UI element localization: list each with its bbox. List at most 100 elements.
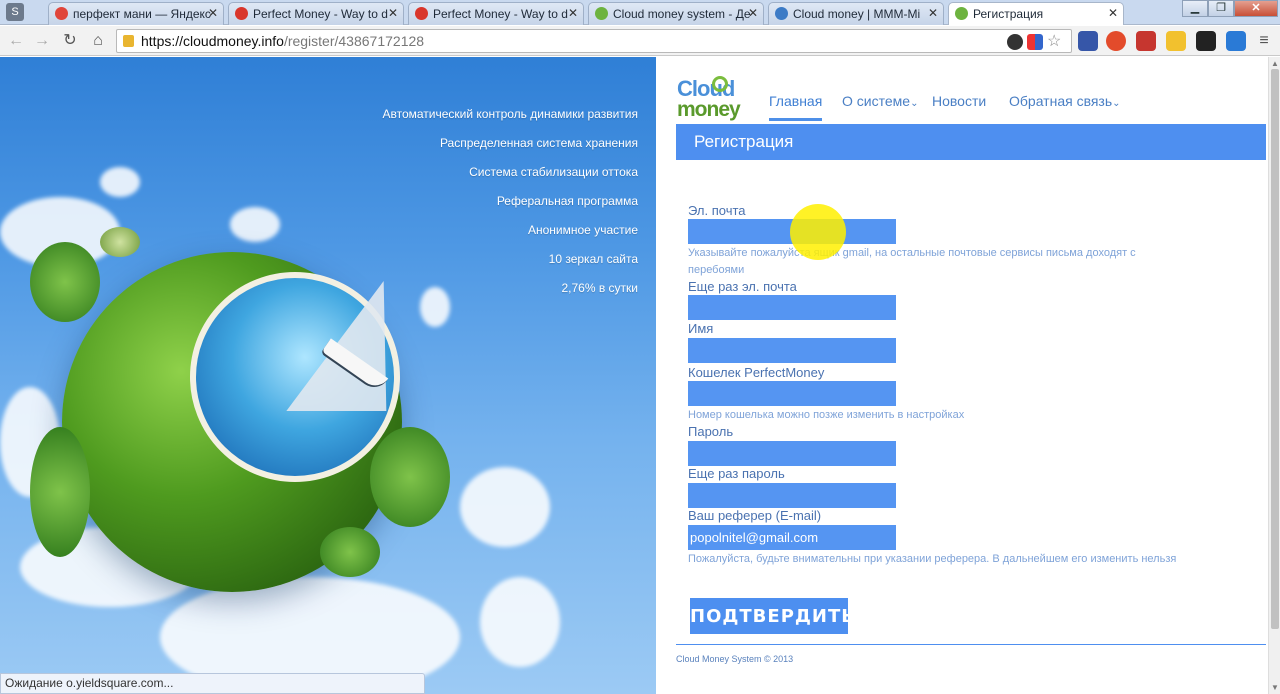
yandex-favicon-icon bbox=[55, 7, 68, 20]
nav-item-contact[interactable]: Обратная связь⌄ bbox=[1009, 93, 1121, 121]
wallet-hint: Номер кошелька можно позже изменить в на… bbox=[688, 409, 965, 421]
wallet-label: Кошелек PerfectMoney bbox=[688, 365, 825, 380]
cursor-highlight bbox=[790, 204, 846, 260]
browser-tab[interactable]: перфект мани — Яндекс ✕ bbox=[48, 2, 224, 25]
browser-tab[interactable]: Cloud money system - Де ✕ bbox=[588, 2, 764, 25]
close-window-icon[interactable]: ✕ bbox=[1234, 0, 1278, 17]
browser-tab-strip: S перфект мани — Яндекс ✕ Perfect Money … bbox=[0, 0, 1280, 25]
feature-item: 10 зеркал сайта bbox=[548, 252, 638, 266]
minimize-window-icon[interactable]: ▁ bbox=[1182, 0, 1208, 17]
name-field[interactable] bbox=[688, 338, 896, 363]
tab-title: Регистрация bbox=[973, 7, 1044, 21]
browser-tab[interactable]: Cloud money | MMM-Mi ✕ bbox=[768, 2, 944, 25]
tab-title: Perfect Money - Way to d bbox=[253, 7, 388, 21]
email-repeat-label: Еще раз эл. почта bbox=[688, 279, 797, 294]
lock-icon bbox=[123, 35, 134, 47]
nav-label: О системе bbox=[842, 93, 911, 109]
nav-item-about[interactable]: О системе⌄ bbox=[842, 93, 918, 121]
mmm-favicon-icon bbox=[775, 7, 788, 20]
close-tab-icon[interactable]: ✕ bbox=[1108, 6, 1118, 20]
nav-label: Новости bbox=[932, 93, 987, 109]
nav-label: Главная bbox=[769, 93, 823, 109]
browser-menu-icon[interactable]: ≡ bbox=[1254, 31, 1274, 51]
wallet-field[interactable] bbox=[688, 381, 896, 406]
tree-image bbox=[30, 427, 90, 557]
extension-mail-icon[interactable] bbox=[1136, 31, 1156, 51]
cloud-decoration bbox=[100, 167, 140, 197]
password-repeat-label: Еще раз пароль bbox=[688, 466, 785, 481]
cloud-decoration bbox=[480, 577, 560, 667]
palm-tree-image bbox=[30, 242, 100, 322]
nav-item-news[interactable]: Новости bbox=[932, 93, 986, 121]
email-repeat-field[interactable] bbox=[688, 295, 896, 320]
browser-tab[interactable]: Perfect Money - Way to d ✕ bbox=[228, 2, 404, 25]
footer-divider bbox=[676, 644, 1266, 645]
email-hint: Указывайте пожалуйста ящик gmail, на ост… bbox=[688, 247, 1136, 276]
info-icon[interactable] bbox=[1007, 34, 1023, 50]
browser-tab-active[interactable]: Регистрация ✕ bbox=[948, 2, 1124, 25]
feature-item: Автоматический контроль динамики развити… bbox=[382, 107, 638, 121]
feature-item: Распределенная система хранения bbox=[439, 136, 638, 150]
password-field[interactable] bbox=[688, 441, 896, 466]
feature-item: Анонимное участие bbox=[528, 223, 638, 237]
cloud-decoration bbox=[230, 207, 280, 242]
tab-title: Perfect Money - Way to d bbox=[433, 7, 568, 21]
cloud-money-favicon-icon bbox=[955, 7, 968, 20]
password-label: Пароль bbox=[688, 424, 734, 439]
copyright: Cloud Money System © 2013 bbox=[676, 654, 794, 664]
logo-word-money: money bbox=[677, 98, 741, 121]
extension-badge-icon[interactable] bbox=[1226, 31, 1246, 51]
nav-item-home[interactable]: Главная bbox=[769, 93, 823, 121]
hero-banner: Автоматический контроль динамики развити… bbox=[0, 57, 656, 694]
scrollbar-thumb[interactable] bbox=[1271, 69, 1279, 629]
referrer-field[interactable] bbox=[688, 525, 896, 550]
window-menu-icon[interactable]: S bbox=[6, 3, 24, 21]
chevron-down-icon: ⌄ bbox=[1112, 98, 1121, 109]
umbrella-image bbox=[100, 227, 140, 257]
referrer-label: Ваш реферер (E-mail) bbox=[688, 508, 822, 523]
bush-image bbox=[320, 527, 380, 577]
close-tab-icon[interactable]: ✕ bbox=[748, 6, 758, 20]
forward-icon[interactable]: → bbox=[32, 31, 52, 51]
perfect-money-favicon-icon bbox=[235, 7, 248, 20]
extension-pen-icon[interactable] bbox=[1196, 31, 1216, 51]
back-icon[interactable]: ← bbox=[6, 31, 26, 51]
submit-button[interactable]: ПОДТВЕРДИТЬ bbox=[690, 598, 855, 634]
page-viewport: Автоматический контроль динамики развити… bbox=[0, 57, 1268, 694]
close-tab-icon[interactable]: ✕ bbox=[928, 6, 938, 20]
bookmark-star-icon[interactable]: ☆ bbox=[1047, 34, 1063, 50]
close-tab-icon[interactable]: ✕ bbox=[208, 6, 218, 20]
address-bar[interactable]: https://cloudmoney.info/register/4386717… bbox=[116, 29, 1072, 53]
tab-title: перфект мани — Яндекс bbox=[73, 7, 211, 21]
tab-title: Cloud money system - Де bbox=[613, 7, 751, 21]
close-tab-icon[interactable]: ✕ bbox=[568, 6, 578, 20]
page-scrollbar[interactable]: ▲ ▼ bbox=[1268, 57, 1280, 694]
password-repeat-field[interactable] bbox=[688, 483, 896, 508]
browser-tab[interactable]: Perfect Money - Way to d ✕ bbox=[408, 2, 584, 25]
email-label: Эл. почта bbox=[688, 203, 746, 218]
feature-item: Реферальная программа bbox=[496, 194, 638, 208]
nav-label: Обратная связь bbox=[1009, 93, 1113, 109]
extension-user-icon[interactable] bbox=[1078, 31, 1098, 51]
tab-title: Cloud money | MMM-Mi bbox=[793, 7, 921, 21]
home-icon[interactable]: ⌂ bbox=[88, 31, 108, 51]
status-bar: Ожидание o.yieldsquare.com... bbox=[0, 673, 425, 694]
reload-icon[interactable]: ↻ bbox=[60, 31, 80, 51]
extension-grid-icon[interactable] bbox=[1027, 34, 1043, 50]
extension-play-icon[interactable] bbox=[1106, 31, 1126, 51]
feature-item: Система стабилизации оттока bbox=[469, 165, 638, 179]
chevron-down-icon: ⌄ bbox=[910, 98, 919, 109]
browser-toolbar: ← → ↻ ⌂ https://cloudmoney.info/register… bbox=[0, 26, 1280, 56]
name-label: Имя bbox=[688, 321, 714, 336]
scroll-down-icon[interactable]: ▼ bbox=[1271, 683, 1279, 692]
main-content: Cloud money Главная О системе⌄ Новости О… bbox=[656, 57, 1268, 694]
close-tab-icon[interactable]: ✕ bbox=[388, 6, 398, 20]
maximize-window-icon[interactable]: ❐ bbox=[1208, 0, 1234, 17]
cloud-decoration bbox=[460, 467, 550, 547]
scroll-up-icon[interactable]: ▲ bbox=[1271, 59, 1279, 68]
perfect-money-favicon-icon bbox=[415, 7, 428, 20]
site-logo[interactable]: Cloud money bbox=[676, 67, 756, 121]
logo-ring-icon bbox=[712, 76, 728, 92]
extension-note-icon[interactable] bbox=[1166, 31, 1186, 51]
page-title: Регистрация bbox=[676, 124, 1266, 160]
